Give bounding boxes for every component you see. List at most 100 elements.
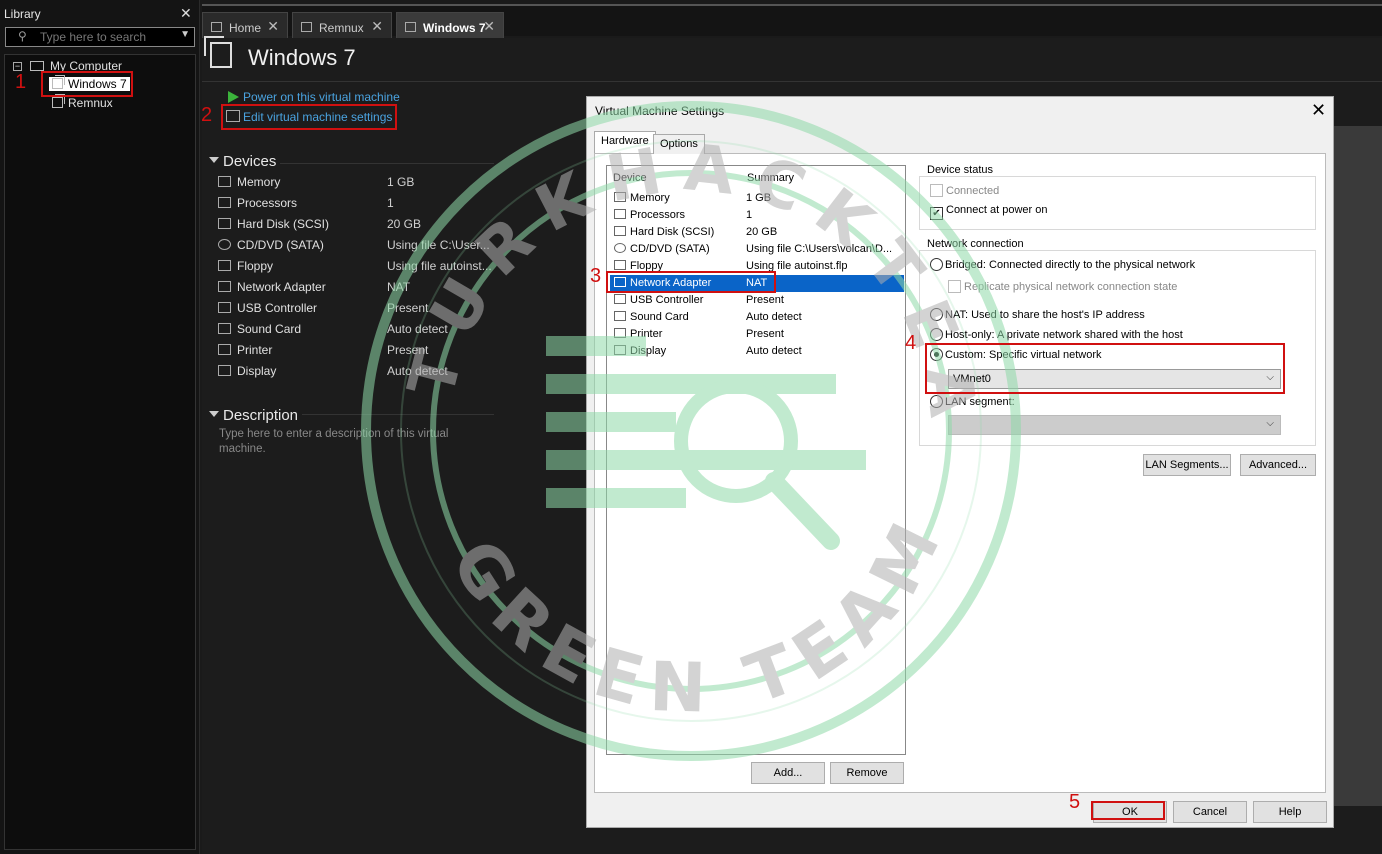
list-item-display[interactable]: Display Auto detect bbox=[610, 343, 904, 360]
list-item-cd-dvd[interactable]: CD/DVD (SATA) Using file C:\Users\volcan\… bbox=[610, 241, 904, 258]
floppy-icon bbox=[614, 260, 626, 270]
annotation-number-2: 2 bbox=[201, 104, 213, 126]
bridged-radio[interactable]: Bridged: Connected directly to the physi… bbox=[930, 258, 1195, 271]
tab-close-icon[interactable]: ✕ bbox=[267, 18, 279, 35]
printer-icon bbox=[218, 344, 231, 355]
monitor-icon bbox=[218, 365, 231, 376]
cancel-button[interactable]: Cancel bbox=[1173, 801, 1247, 823]
library-close-icon[interactable]: ✕ bbox=[180, 5, 192, 22]
tab-options[interactable]: Options bbox=[653, 134, 705, 154]
device-row-display[interactable]: Display Auto detect bbox=[218, 364, 498, 384]
list-item-sound-card[interactable]: Sound Card Auto detect bbox=[610, 309, 904, 326]
device-list: Device Summary Memory 1 GB Processors 1 Ha… bbox=[606, 165, 906, 755]
add-device-button[interactable]: Add... bbox=[751, 762, 825, 784]
device-row-usb-controller[interactable]: USB Controller Present bbox=[218, 301, 498, 321]
vm-icon bbox=[405, 22, 416, 32]
tab-close-icon[interactable]: ✕ bbox=[371, 18, 383, 35]
lan-segment-select[interactable]: ⌵ bbox=[948, 415, 1281, 435]
description-header[interactable]: Description bbox=[209, 407, 298, 424]
lan-segment-radio[interactable]: LAN segment: bbox=[930, 395, 1015, 408]
search-placeholder: Type here to search bbox=[40, 30, 147, 44]
cpu-icon bbox=[614, 209, 626, 219]
device-row-processors[interactable]: Processors 1 bbox=[218, 196, 498, 216]
nat-radio[interactable]: NAT: Used to share the host's IP address bbox=[930, 308, 1145, 321]
list-item-printer[interactable]: Printer Present bbox=[610, 326, 904, 343]
list-item-hard-disk[interactable]: Hard Disk (SCSI) 20 GB bbox=[610, 224, 904, 241]
page-title: Windows 7 bbox=[248, 45, 356, 70]
vm-icon bbox=[204, 36, 232, 68]
annotation-box-5 bbox=[1091, 801, 1165, 820]
list-item-usb-controller[interactable]: USB Controller Present bbox=[610, 292, 904, 309]
vm-icon bbox=[301, 22, 312, 32]
chevron-down-icon: ⌵ bbox=[1266, 418, 1274, 429]
list-item-memory[interactable]: Memory 1 GB bbox=[610, 190, 904, 207]
library-title: Library bbox=[4, 7, 41, 21]
network-icon bbox=[218, 281, 231, 292]
divider bbox=[280, 163, 494, 164]
vm-icon bbox=[52, 94, 65, 108]
usb-icon bbox=[218, 302, 231, 313]
annotation-number-1: 1 bbox=[15, 71, 27, 93]
annotation-box-1 bbox=[41, 71, 133, 97]
connected-checkbox[interactable]: Connected bbox=[930, 184, 999, 197]
lan-segments-button[interactable]: LAN Segments... bbox=[1143, 454, 1231, 476]
device-row-printer[interactable]: Printer Present bbox=[218, 343, 498, 363]
column-header-device: Device bbox=[613, 172, 647, 184]
annotation-box-2 bbox=[221, 104, 397, 130]
device-row-cd-dvd[interactable]: CD/DVD (SATA) Using file C:\User... bbox=[218, 238, 498, 258]
device-row-network-adapter[interactable]: Network Adapter NAT bbox=[218, 280, 498, 300]
tab-bar: Home ✕ Remnux ✕ Windows 7 ✕ bbox=[202, 4, 1382, 40]
collapse-arrow-icon bbox=[209, 157, 219, 163]
collapse-icon[interactable]: − bbox=[13, 62, 22, 71]
help-button[interactable]: Help bbox=[1253, 801, 1327, 823]
replicate-state-checkbox[interactable]: Replicate physical network connection st… bbox=[948, 280, 1177, 293]
collapse-arrow-icon bbox=[209, 411, 219, 417]
usb-icon bbox=[614, 294, 626, 304]
remove-device-button[interactable]: Remove bbox=[830, 762, 904, 784]
hard-disk-icon bbox=[218, 218, 231, 229]
tab-hardware[interactable]: Hardware bbox=[594, 131, 656, 153]
advanced-button[interactable]: Advanced... bbox=[1240, 454, 1316, 476]
column-header-summary: Summary bbox=[747, 172, 795, 184]
device-row-floppy[interactable]: Floppy Using file autoinst... bbox=[218, 259, 498, 279]
divider bbox=[302, 414, 494, 415]
device-row-hard-disk[interactable]: Hard Disk (SCSI) 20 GB bbox=[218, 217, 498, 237]
power-on-link[interactable]: Power on this virtual machine bbox=[243, 90, 400, 104]
description-field[interactable]: Type here to enter a description of this… bbox=[219, 427, 489, 457]
tab-remnux[interactable]: Remnux ✕ bbox=[292, 12, 392, 40]
dialog-title: Virtual Machine Settings bbox=[595, 104, 725, 118]
close-icon[interactable]: ✕ bbox=[1311, 100, 1326, 121]
play-icon bbox=[228, 91, 239, 103]
printer-icon bbox=[614, 328, 626, 338]
chevron-down-icon[interactable]: ▼ bbox=[180, 29, 190, 40]
cd-icon bbox=[218, 239, 231, 250]
hard-disk-icon bbox=[614, 226, 626, 236]
memory-icon bbox=[218, 176, 231, 187]
tab-windows-7[interactable]: Windows 7 ✕ bbox=[396, 12, 504, 40]
connect-at-power-on-checkbox[interactable]: ✔ Connect at power on bbox=[930, 204, 1048, 220]
annotation-number-3: 3 bbox=[590, 265, 602, 287]
vm-settings-dialog: Virtual Machine Settings ✕ Hardware Opti… bbox=[586, 96, 1334, 828]
checkmark-icon: ✔ bbox=[930, 207, 943, 220]
devices-header[interactable]: Devices bbox=[209, 153, 276, 170]
list-item-processors[interactable]: Processors 1 bbox=[610, 207, 904, 224]
device-row-memory[interactable]: Memory 1 GB bbox=[218, 175, 498, 195]
device-row-sound-card[interactable]: Sound Card Auto detect bbox=[218, 322, 498, 342]
memory-icon bbox=[614, 192, 626, 202]
divider bbox=[202, 81, 1382, 82]
speaker-icon bbox=[614, 311, 626, 321]
library-search-input[interactable]: ⚲ Type here to search ▼ bbox=[5, 27, 195, 47]
monitor-icon bbox=[614, 345, 626, 355]
search-icon: ⚲ bbox=[18, 29, 27, 43]
host-only-radio[interactable]: Host-only: A private network shared with… bbox=[930, 328, 1183, 341]
library-tree: − My Computer Windows 7 Remnux bbox=[4, 54, 196, 850]
annotation-number-5: 5 bbox=[1069, 791, 1081, 813]
device-status-label: Device status bbox=[925, 164, 996, 176]
annotation-number-4: 4 bbox=[905, 332, 917, 354]
annotation-box-3 bbox=[606, 271, 776, 293]
speaker-icon bbox=[218, 323, 231, 334]
tree-item-remnux[interactable]: Remnux bbox=[52, 94, 113, 110]
home-icon bbox=[211, 22, 222, 32]
tab-close-icon[interactable]: ✕ bbox=[483, 18, 495, 35]
computer-icon bbox=[30, 61, 44, 71]
